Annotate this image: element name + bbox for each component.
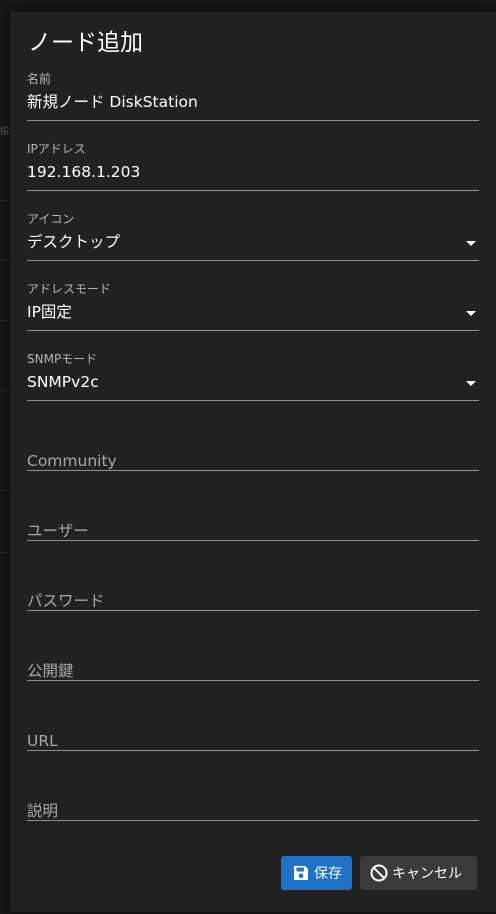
public-key-placeholder: 公開鍵 — [27, 662, 74, 680]
background-divider — [0, 552, 10, 553]
snmp-mode-select-value[interactable]: SNMPv2c — [27, 372, 99, 392]
password-field[interactable]: パスワード — [27, 562, 479, 611]
chevron-down-icon[interactable] — [466, 311, 476, 316]
url-field[interactable]: URL — [27, 702, 479, 751]
icon-select-value[interactable]: デスクトップ — [27, 232, 120, 252]
community-placeholder: Community — [27, 452, 117, 470]
snmp-mode-select[interactable]: SNMPモード SNMPv2c — [27, 352, 479, 401]
url-placeholder: URL — [27, 732, 58, 750]
address-mode-select-label: アドレスモード — [27, 282, 112, 296]
snmp-mode-select-label: SNMPモード — [27, 352, 98, 366]
community-field[interactable]: Community — [27, 422, 479, 471]
background-divider — [0, 320, 10, 321]
background-text: 指 — [0, 127, 10, 137]
cancel-button-label: キャンセル — [392, 866, 462, 882]
name-field-label: 名前 — [27, 72, 52, 86]
public-key-field[interactable]: 公開鍵 — [27, 632, 479, 681]
ip-address-field[interactable]: IPアドレス 192.168.1.203 — [27, 142, 479, 191]
background-divider — [0, 490, 10, 491]
user-field[interactable]: ユーザー — [27, 492, 479, 541]
save-button[interactable]: 保存 — [281, 856, 352, 890]
ip-address-field-label: IPアドレス — [27, 142, 86, 156]
background-divider — [0, 390, 10, 391]
address-mode-select-value[interactable]: IP固定 — [27, 302, 72, 322]
block-icon — [369, 863, 389, 883]
address-mode-select[interactable]: アドレスモード IP固定 — [27, 282, 479, 331]
ip-address-field-value[interactable]: 192.168.1.203 — [27, 162, 140, 182]
password-placeholder: パスワード — [27, 592, 105, 610]
save-button-label: 保存 — [314, 866, 342, 882]
description-placeholder: 説明 — [27, 802, 59, 820]
icon-select[interactable]: アイコン デスクトップ — [27, 212, 479, 261]
floppy-disk-icon — [291, 863, 311, 883]
background-divider — [0, 200, 10, 201]
dialog-title: ノード追加 — [28, 30, 143, 56]
chevron-down-icon[interactable] — [466, 241, 476, 246]
add-node-dialog: ノード追加 名前 新規ノード DiskStation IPアドレス 192.16… — [10, 12, 496, 912]
user-placeholder: ユーザー — [27, 522, 89, 540]
icon-select-label: アイコン — [27, 212, 75, 226]
chevron-down-icon[interactable] — [466, 381, 476, 386]
background-divider — [0, 260, 10, 261]
name-field-value[interactable]: 新規ノード DiskStation — [27, 92, 198, 112]
cancel-button[interactable]: キャンセル — [360, 856, 477, 890]
description-field[interactable]: 説明 — [27, 772, 479, 821]
name-field[interactable]: 名前 新規ノード DiskStation — [27, 72, 479, 121]
